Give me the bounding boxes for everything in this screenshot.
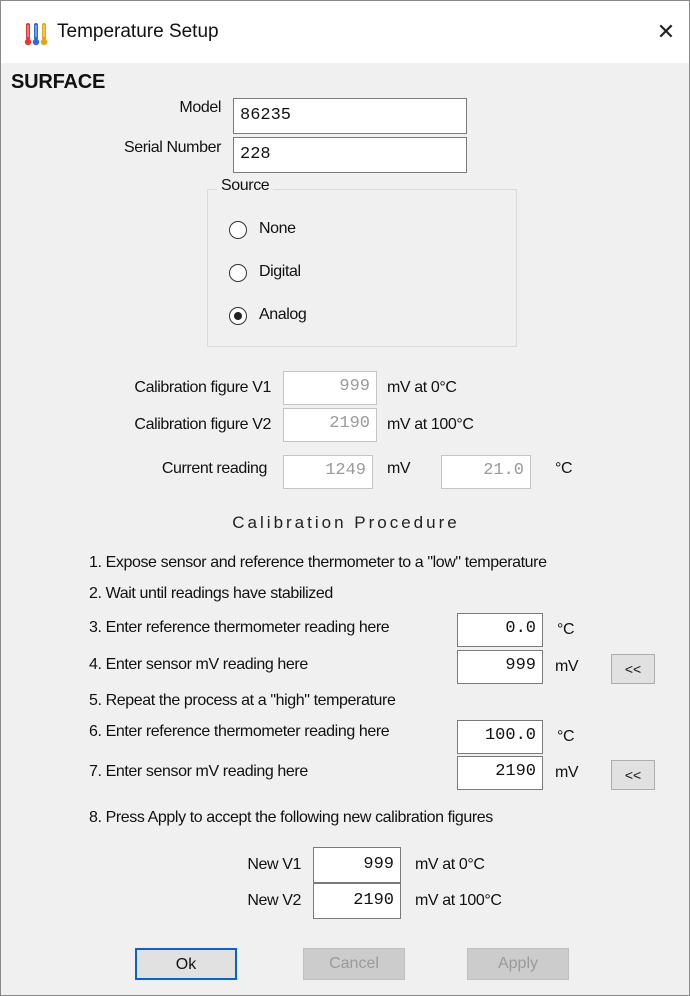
current-mv-field: 1249 xyxy=(283,455,373,489)
reference-low-field[interactable]: 0.0 xyxy=(457,613,543,647)
sensor-low-mv-field[interactable]: 999 xyxy=(457,650,543,684)
calibration-v1-unit: mV at 0°C xyxy=(387,379,457,396)
cancel-button[interactable]: Cancel xyxy=(303,948,405,980)
radio-analog-label[interactable]: Analog xyxy=(259,306,307,324)
ok-button[interactable]: Ok xyxy=(135,948,237,980)
reference-high-unit: °C xyxy=(557,728,575,745)
title-bar: Temperature Setup ✕ xyxy=(1,1,689,63)
close-icon[interactable]: ✕ xyxy=(649,15,683,49)
sensor-high-mv-unit: mV xyxy=(555,764,579,781)
current-reading-label: Current reading xyxy=(161,460,268,477)
radio-selected-dot xyxy=(234,312,242,320)
radio-digital-label[interactable]: Digital xyxy=(259,263,301,281)
sensor-high-mv-field[interactable]: 2190 xyxy=(457,756,543,790)
reference-high-field[interactable]: 100.0 xyxy=(457,720,543,754)
source-groupbox xyxy=(207,189,517,347)
model-label: Model xyxy=(179,99,221,116)
window-title: Temperature Setup xyxy=(57,21,219,42)
calibration-procedure-title: Calibration Procedure xyxy=(232,513,460,532)
radio-analog[interactable] xyxy=(229,307,247,325)
model-field[interactable]: 86235 xyxy=(233,98,467,134)
calibration-v2-field: 2190 xyxy=(283,408,377,442)
procedure-step-7: 7. Enter sensor mV reading here xyxy=(89,763,308,780)
procedure-step-3: 3. Enter reference thermometer reading h… xyxy=(89,619,390,636)
current-temp-unit: °C xyxy=(555,460,573,477)
procedure-step-4: 4. Enter sensor mV reading here xyxy=(89,656,308,673)
new-v2-field[interactable]: 2190 xyxy=(313,883,401,919)
procedure-step-5: 5. Repeat the process at a "high" temper… xyxy=(89,692,396,709)
temperature-setup-dialog: Temperature Setup ✕ SURFACE Model 86235 … xyxy=(0,0,690,996)
serial-number-field[interactable]: 228 xyxy=(233,137,467,173)
current-temp-field: 21.0 xyxy=(441,455,531,489)
procedure-step-1: 1. Expose sensor and reference thermomet… xyxy=(89,554,547,571)
copy-low-reading-button[interactable]: << xyxy=(611,654,655,684)
radio-digital[interactable] xyxy=(229,264,247,282)
calibration-v1-label: Calibration figure V1 xyxy=(134,379,271,396)
calibration-v2-label: Calibration figure V2 xyxy=(134,416,271,433)
procedure-step-6: 6. Enter reference thermometer reading h… xyxy=(89,723,390,740)
sensor-low-mv-unit: mV xyxy=(555,658,579,675)
procedure-step-8: 8. Press Apply to accept the following n… xyxy=(89,809,493,826)
reference-low-unit: °C xyxy=(557,621,575,638)
new-v1-field[interactable]: 999 xyxy=(313,847,401,883)
serial-number-label: Serial Number xyxy=(123,139,221,156)
apply-button[interactable]: Apply xyxy=(467,948,569,980)
calibration-v2-unit: mV at 100°C xyxy=(387,416,474,433)
procedure-step-2: 2. Wait until readings have stabilized xyxy=(89,585,333,602)
radio-none-label[interactable]: None xyxy=(259,220,296,238)
sensor-heading: SURFACE xyxy=(11,71,106,93)
new-v2-label: New V2 xyxy=(247,892,301,909)
new-v2-unit: mV at 100°C xyxy=(415,892,502,909)
new-v1-unit: mV at 0°C xyxy=(415,856,485,873)
thermometer-icon xyxy=(24,23,48,46)
copy-high-reading-button[interactable]: << xyxy=(611,760,655,790)
current-mv-unit: mV xyxy=(387,460,411,477)
new-v1-label: New V1 xyxy=(247,856,301,873)
source-group-title: Source xyxy=(217,177,274,195)
calibration-v1-field: 999 xyxy=(283,371,377,405)
radio-none[interactable] xyxy=(229,221,247,239)
